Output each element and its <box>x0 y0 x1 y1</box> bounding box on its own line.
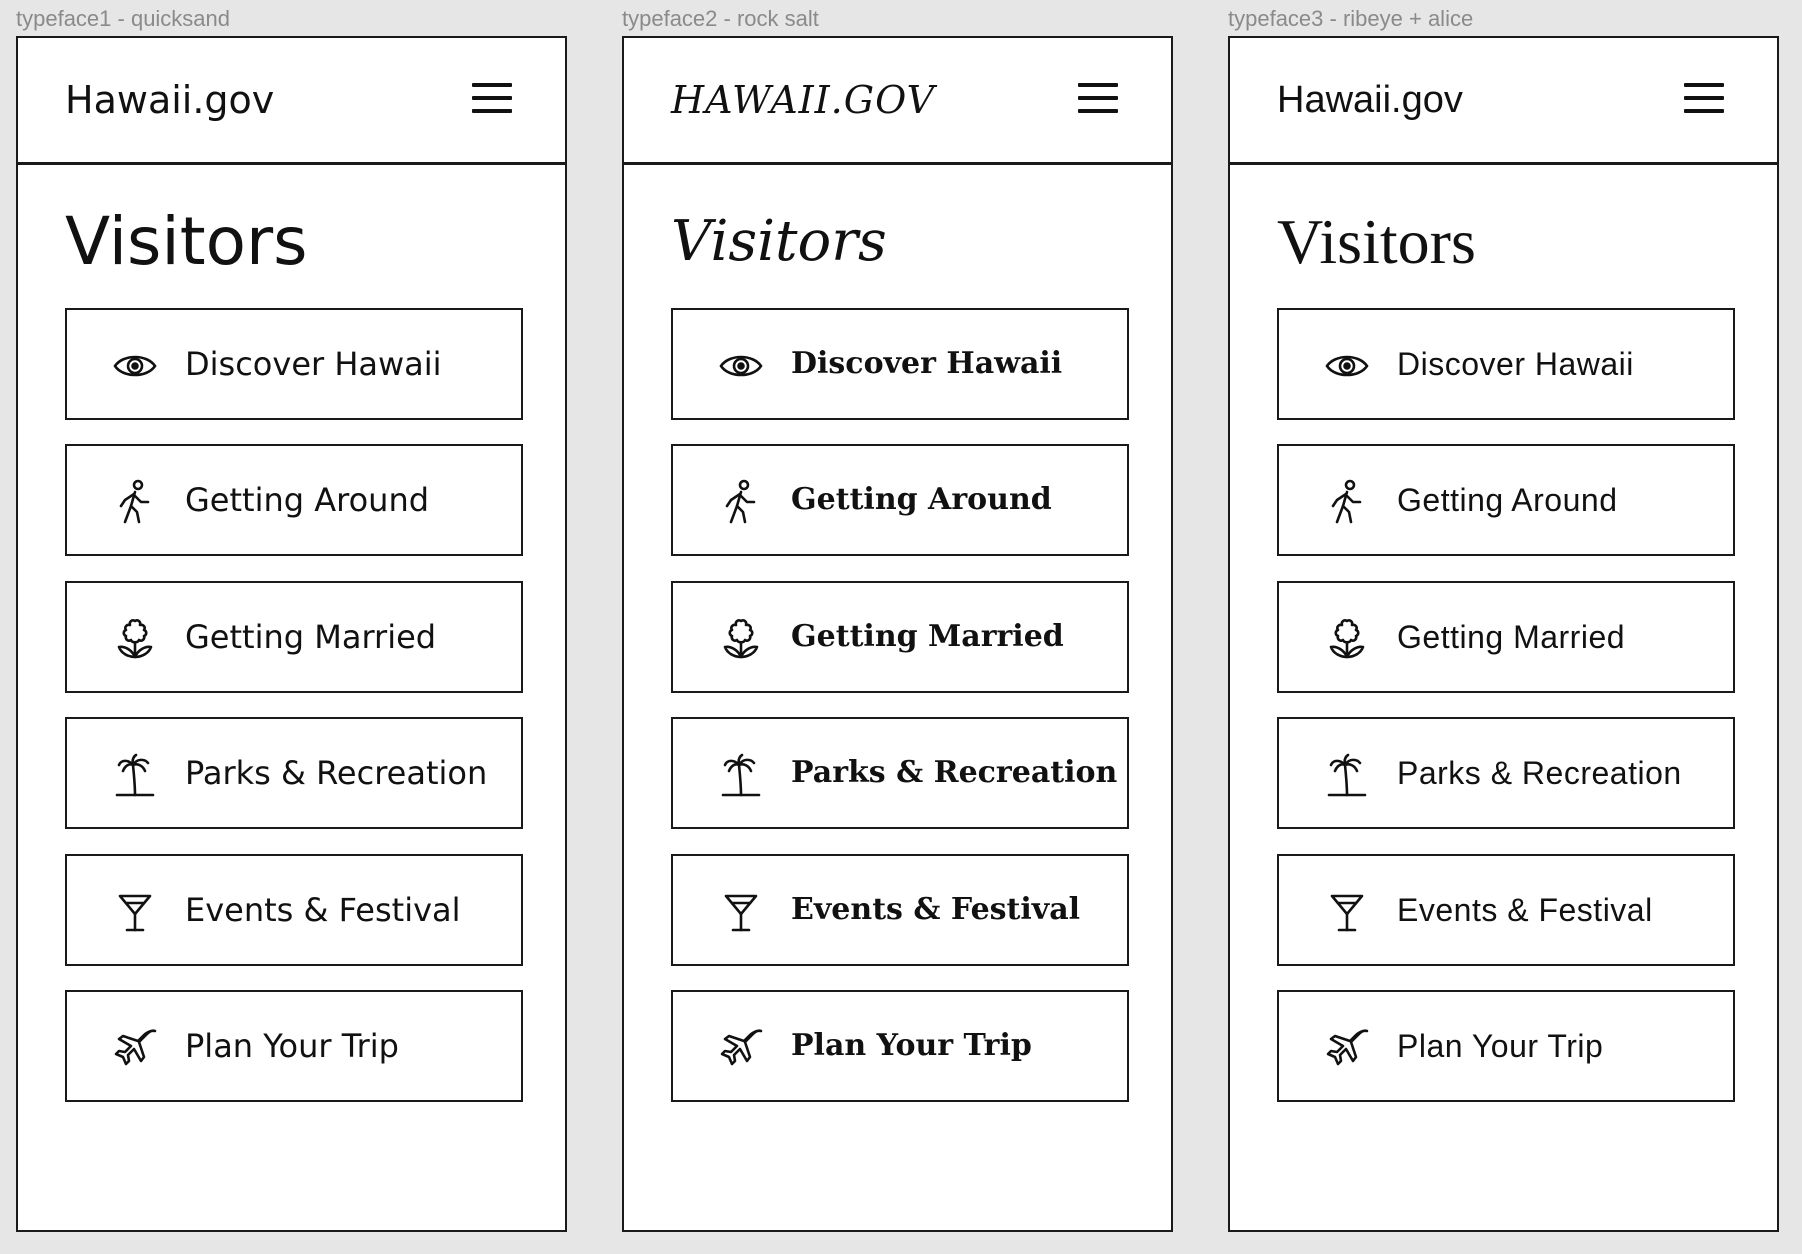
frame-caption-typeface2: typeface2 - rock salt <box>622 6 819 31</box>
header-bar: Hawaii.gov <box>1230 38 1777 165</box>
cocktail-glass-icon <box>111 888 159 936</box>
walking-person-icon <box>111 478 159 526</box>
discover-hawaii-button[interactable]: Discover Hawaii <box>65 308 523 420</box>
parks-recreation-button[interactable]: Parks & Recreation <box>671 717 1129 829</box>
cocktail-glass-icon <box>1323 888 1371 936</box>
parks-recreation-button[interactable]: Parks & Recreation <box>65 717 523 829</box>
nav-item-label: Getting Around <box>1397 482 1618 518</box>
eye-icon <box>717 342 765 390</box>
events-festival-button[interactable]: Events & Festival <box>1277 854 1735 966</box>
getting-married-button[interactable]: Getting Married <box>1277 581 1735 693</box>
discover-hawaii-button[interactable]: Discover Hawaii <box>671 308 1129 420</box>
frame-caption-typeface3: typeface3 - ribeye + alice <box>1228 6 1474 31</box>
cocktail-glass-icon <box>717 888 765 936</box>
palm-tree-icon <box>717 751 765 799</box>
nav-item-label: Getting Married <box>185 618 437 656</box>
nav-item-label: Plan Your Trip <box>791 1028 1032 1063</box>
palm-tree-icon <box>111 751 159 799</box>
getting-married-button[interactable]: Getting Married <box>671 581 1129 693</box>
page-title: Visitors <box>1277 206 1476 277</box>
nav-item-label: Discover Hawaii <box>185 345 442 383</box>
site-brand-link[interactable]: Hawaii.gov <box>1277 76 1463 124</box>
flower-icon <box>111 615 159 663</box>
walking-person-icon <box>1323 478 1371 526</box>
nav-item-label: Getting Married <box>791 619 1064 654</box>
plan-your-trip-button[interactable]: Plan Your Trip <box>65 990 523 1102</box>
nav-item-label: Plan Your Trip <box>1397 1028 1604 1064</box>
airplane-icon <box>111 1024 159 1072</box>
site-brand-link[interactable]: Hawaii.gov <box>65 76 274 124</box>
nav-item-label: Discover Hawaii <box>1397 346 1634 382</box>
nav-item-label: Parks & Recreation <box>791 755 1118 790</box>
flower-icon <box>1323 615 1371 663</box>
events-festival-button[interactable]: Events & Festival <box>65 854 523 966</box>
nav-item-label: Getting Married <box>1397 619 1626 655</box>
plan-your-trip-button[interactable]: Plan Your Trip <box>1277 990 1735 1102</box>
getting-around-button[interactable]: Getting Around <box>65 444 523 556</box>
flower-icon <box>717 615 765 663</box>
nav-item-label: Parks & Recreation <box>1397 755 1682 791</box>
getting-married-button[interactable]: Getting Married <box>65 581 523 693</box>
hamburger-menu-icon[interactable] <box>1684 83 1724 113</box>
walking-person-icon <box>717 478 765 526</box>
nav-item-label: Parks & Recreation <box>185 754 488 792</box>
events-festival-button[interactable]: Events & Festival <box>671 854 1129 966</box>
plan-your-trip-button[interactable]: Plan Your Trip <box>671 990 1129 1102</box>
nav-item-label: Events & Festival <box>185 891 461 929</box>
getting-around-button[interactable]: Getting Around <box>671 444 1129 556</box>
site-brand-link[interactable]: HAWAII.GOV <box>671 76 935 124</box>
page-title: Visitors <box>671 209 887 274</box>
nav-item-label: Plan Your Trip <box>185 1027 399 1065</box>
header-bar: HAWAII.GOV <box>624 38 1171 165</box>
phone-frame-typeface2: HAWAII.GOV Visitors Discover Hawaii Gett… <box>622 36 1173 1232</box>
eye-icon <box>1323 342 1371 390</box>
parks-recreation-button[interactable]: Parks & Recreation <box>1277 717 1735 829</box>
nav-item-label: Events & Festival <box>1397 892 1653 928</box>
hamburger-menu-icon[interactable] <box>1078 83 1118 113</box>
frame-caption-typeface1: typeface1 - quicksand <box>16 6 231 31</box>
page-title: Visitors <box>65 203 308 280</box>
phone-frame-typeface3: Hawaii.gov Visitors Discover Hawaii Gett… <box>1228 36 1779 1232</box>
phone-frame-typeface1: Hawaii.gov Visitors Discover Hawaii Gett… <box>16 36 567 1232</box>
nav-item-label: Getting Around <box>185 481 430 519</box>
nav-item-label: Discover Hawaii <box>791 346 1063 381</box>
airplane-icon <box>717 1024 765 1072</box>
nav-item-label: Events & Festival <box>791 892 1081 927</box>
hamburger-menu-icon[interactable] <box>472 83 512 113</box>
discover-hawaii-button[interactable]: Discover Hawaii <box>1277 308 1735 420</box>
eye-icon <box>111 342 159 390</box>
getting-around-button[interactable]: Getting Around <box>1277 444 1735 556</box>
header-bar: Hawaii.gov <box>18 38 565 165</box>
nav-item-label: Getting Around <box>791 482 1052 517</box>
airplane-icon <box>1323 1024 1371 1072</box>
palm-tree-icon <box>1323 751 1371 799</box>
